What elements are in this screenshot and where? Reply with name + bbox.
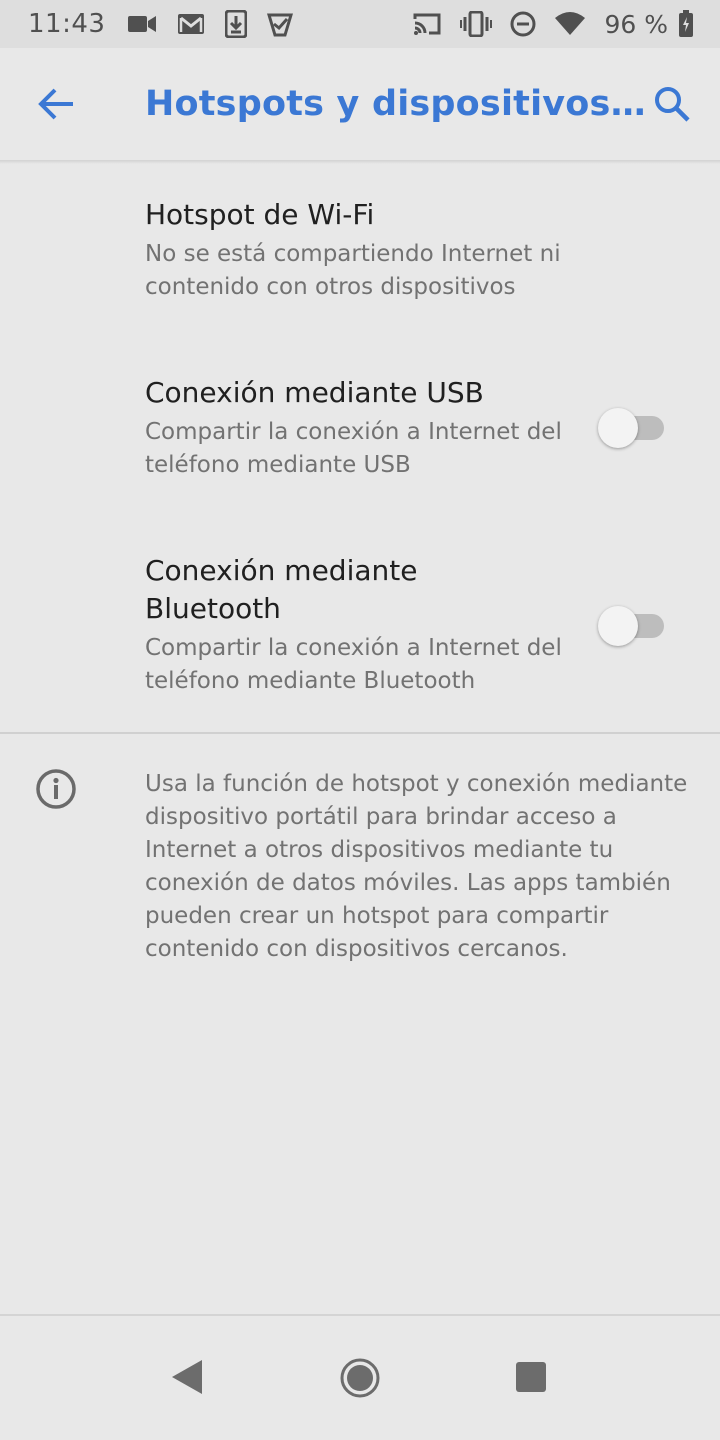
battery-icon xyxy=(679,10,693,37)
pref-bluetooth-tethering[interactable]: Conexión mediante Bluetooth Compartir la… xyxy=(0,530,720,720)
info-icon xyxy=(36,769,76,809)
check-badge-icon xyxy=(267,13,294,37)
pref-summary: Compartir la conexión a Internet del tel… xyxy=(145,635,562,694)
app-bar: Hotspots y dispositivos… xyxy=(0,48,720,160)
switch-thumb xyxy=(598,408,638,448)
nav-back-icon[interactable] xyxy=(170,1358,204,1396)
status-time: 11:43 xyxy=(28,9,106,39)
pref-summary: Compartir la conexión a Internet del tel… xyxy=(145,419,562,478)
pref-wifi-hotspot[interactable]: Hotspot de Wi-Fi No se está compartiendo… xyxy=(0,166,720,316)
system-icons: 96 % xyxy=(412,10,694,39)
pref-title: Conexión mediante USB xyxy=(145,376,484,409)
page-title: Hotspots y dispositivos… xyxy=(145,84,646,124)
pref-title: Conexión mediante Bluetooth xyxy=(145,554,418,625)
navigation-bar xyxy=(0,1316,720,1440)
pref-usb-tethering[interactable]: Conexión mediante USB Compartir la conex… xyxy=(0,350,720,500)
do-not-disturb-icon xyxy=(510,11,536,37)
pref-summary: No se está compartiendo Internet ni cont… xyxy=(145,241,561,300)
search-icon xyxy=(655,87,690,122)
status-bar: 11:43 96 % xyxy=(0,0,720,48)
notification-icons xyxy=(127,10,294,38)
back-button[interactable] xyxy=(30,78,82,130)
arrow-back-icon xyxy=(38,88,73,120)
pref-title: Hotspot de Wi-Fi xyxy=(145,198,375,231)
nav-home-icon[interactable] xyxy=(340,1358,380,1398)
bluetooth-tethering-switch[interactable] xyxy=(598,606,668,646)
cast-icon xyxy=(413,13,441,35)
info-description: Usa la función de hotspot y conexión med… xyxy=(145,771,688,962)
nav-recents-icon[interactable] xyxy=(514,1360,548,1394)
video-camera-icon xyxy=(128,16,157,32)
vibrate-icon xyxy=(460,11,493,37)
switch-thumb xyxy=(598,606,638,646)
download-icon xyxy=(225,10,248,38)
gmail-icon xyxy=(178,14,205,34)
app-bar-shadow xyxy=(0,160,720,164)
search-button[interactable] xyxy=(646,78,698,130)
section-divider xyxy=(0,732,720,734)
wifi-icon xyxy=(555,12,586,35)
usb-tethering-switch[interactable] xyxy=(598,408,668,448)
battery-percent: 96 % xyxy=(604,9,668,39)
